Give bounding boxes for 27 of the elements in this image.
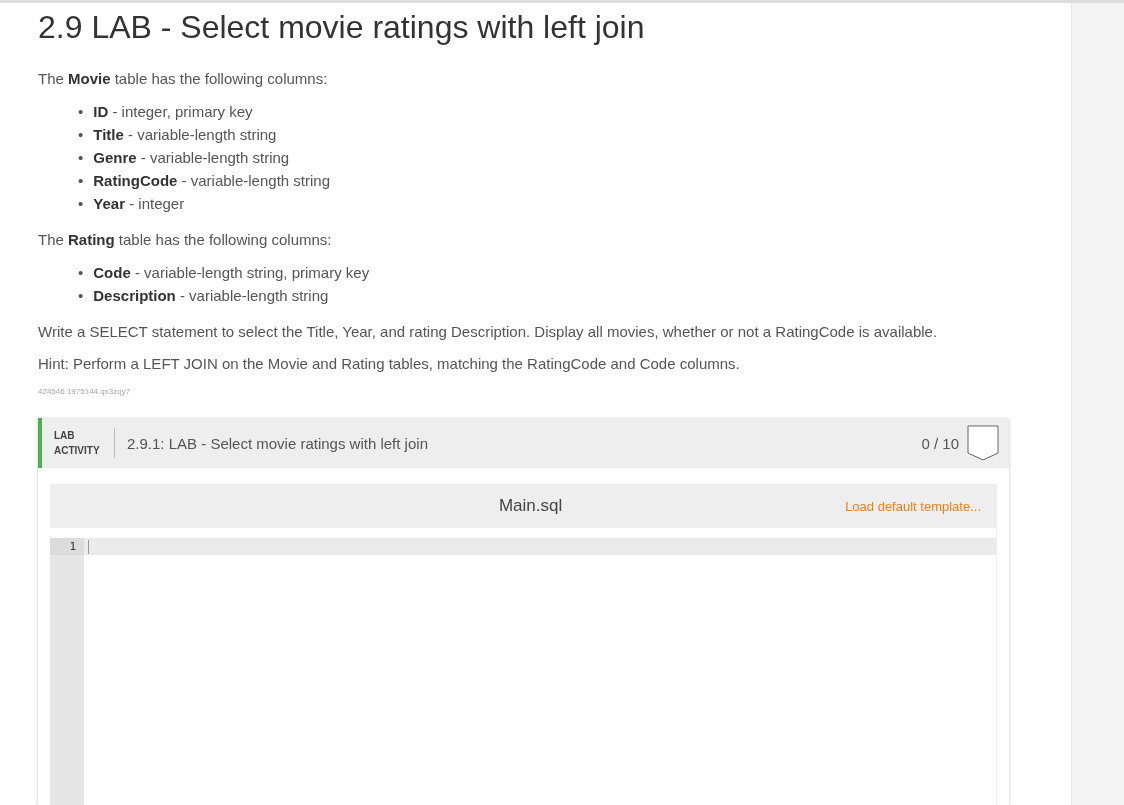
list-item: Year - integer	[93, 194, 185, 214]
list-item: Code - variable-length string, primary key	[93, 263, 370, 283]
bullet: •	[78, 194, 84, 214]
file-name: Main.sql	[497, 496, 564, 516]
bullet: •	[78, 263, 84, 283]
activity-label: LAB ACTIVITY	[54, 428, 115, 458]
activity-title: 2.9.1: LAB - Select movie ratings with left join	[127, 434, 429, 452]
list-item: RatingCode - variable-length string	[93, 171, 330, 191]
paragraph: The Movie table has the following columns:	[38, 69, 329, 89]
list-item: ID - integer, primary key	[93, 102, 253, 122]
line-number: 1	[50, 538, 84, 555]
paragraph: Hint: Perform a LEFT JOIN on the Movie and Rating tables, matching the RatingCode and Code columns.	[38, 354, 741, 374]
paragraph: Write a SELECT statement to select the Title, Year, and rating Description. Display all movies, whether or not a RatingCode is available.	[38, 322, 939, 342]
list-item: Title - variable-length string	[93, 125, 277, 145]
bullet: •	[78, 148, 84, 168]
bullet: •	[78, 102, 84, 122]
bullet: •	[78, 286, 84, 306]
bullet: •	[78, 171, 84, 191]
text-cursor	[88, 539, 89, 554]
list-item: Genre - variable-length string	[93, 148, 290, 168]
paragraph: The Rating table has the following columns:	[38, 230, 333, 250]
content-id: 424546.1975144.qx3zqy7	[38, 387, 132, 396]
score: 0 / 10	[921, 434, 959, 452]
code-editor[interactable]: 1	[50, 528, 997, 805]
page-title: 2.9 LAB - Select movie ratings with left join	[38, 9, 646, 46]
bullet: •	[78, 125, 84, 145]
list-item: Description - variable-length string	[93, 286, 329, 306]
